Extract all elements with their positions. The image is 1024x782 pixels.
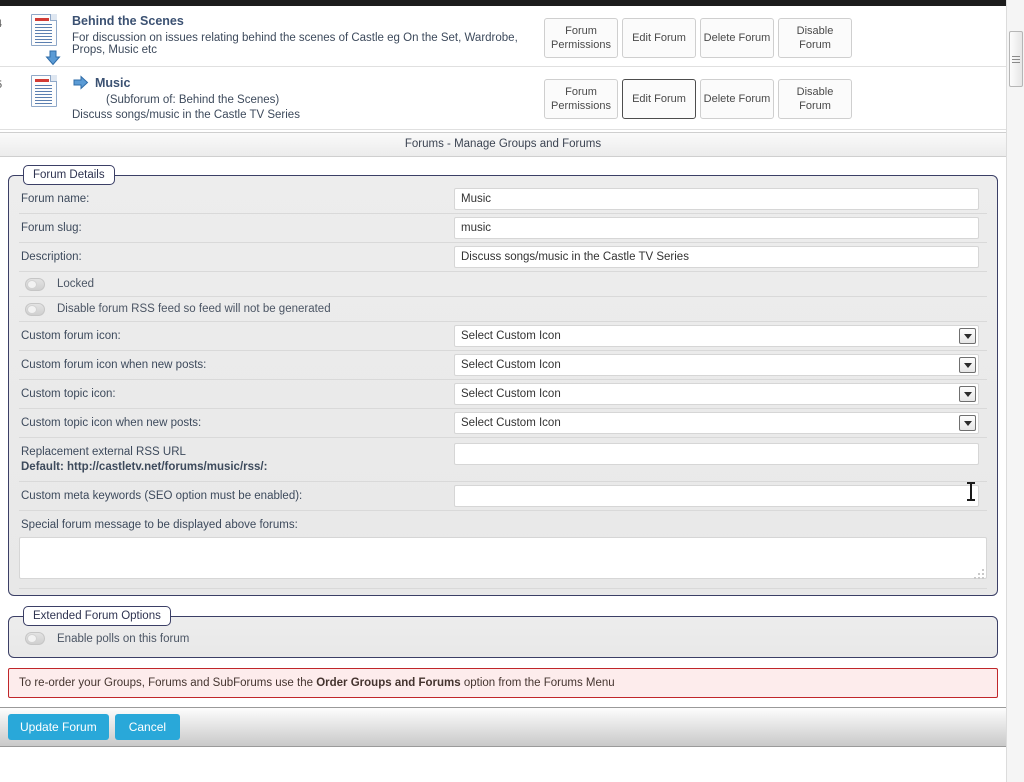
- forum-row-actions: Forum Permissions Edit Forum Delete Foru…: [544, 12, 1006, 58]
- custom-forum-icon-new-label: Custom forum icon when new posts:: [21, 359, 207, 371]
- forum-edit-form: Forum Details Forum name: Forum slug: De…: [0, 157, 1006, 747]
- subforum-arrow-icon: [72, 75, 89, 90]
- edit-forum-button[interactable]: Edit Forum: [622, 79, 696, 119]
- description-input[interactable]: [454, 246, 979, 268]
- forum-slug-row: Forum slug:: [19, 214, 987, 243]
- description-row: Description:: [19, 243, 987, 272]
- scrollbar-thumb[interactable]: [1009, 31, 1023, 87]
- cancel-button[interactable]: Cancel: [114, 714, 181, 740]
- chevron-down-icon[interactable]: [959, 357, 976, 373]
- custom-topic-icon-select[interactable]: Select Custom Icon: [454, 383, 979, 405]
- custom-forum-icon-new-row: Custom forum icon when new posts: Select…: [19, 351, 987, 380]
- forum-permissions-button[interactable]: Forum Permissions: [544, 18, 618, 58]
- scrollbar-grip-icon: [1012, 54, 1020, 65]
- meta-keywords-label: Custom meta keywords (SEO option must be…: [21, 490, 303, 502]
- forum-icon-cell: [18, 73, 70, 107]
- reorder-notice: To re-order your Groups, Forums and SubF…: [8, 668, 998, 698]
- forum-row-body: Music (Subforum of: Behind the Scenes) D…: [70, 73, 544, 121]
- forum-row-actions: Forum Permissions Edit Forum Delete Foru…: [544, 73, 1006, 119]
- form-action-bar: Update Forum Cancel: [0, 707, 1006, 747]
- enable-polls-row[interactable]: Enable polls on this forum: [19, 626, 987, 651]
- page-viewport: 4 Behind the Scenes: [0, 6, 1006, 782]
- disable-rss-toggle[interactable]: [25, 302, 45, 316]
- reorder-notice-strong: Order Groups and Forums: [316, 677, 461, 689]
- rss-url-label: Replacement external RSS URL Default: ht…: [19, 443, 454, 475]
- panel-header: Forums - Manage Groups and Forums: [0, 132, 1006, 157]
- page-root: 4 Behind the Scenes: [0, 0, 1024, 782]
- forum-title[interactable]: Behind the Scenes: [72, 14, 544, 28]
- forum-details-legend: Forum Details: [23, 165, 115, 185]
- custom-forum-icon-new-select[interactable]: Select Custom Icon: [454, 354, 979, 376]
- forum-slug-label: Forum slug:: [21, 222, 82, 234]
- document-icon: [31, 75, 57, 107]
- disable-rss-row[interactable]: Disable forum RSS feed so feed will not …: [19, 297, 987, 322]
- row-number: 5: [0, 73, 18, 91]
- disable-forum-button[interactable]: Disable Forum: [778, 79, 852, 119]
- forum-title-text: Behind the Scenes: [72, 14, 184, 28]
- custom-topic-icon-value: Select Custom Icon: [461, 388, 561, 400]
- forum-list-row: 5 Music: [0, 67, 1006, 130]
- document-icon: [31, 14, 57, 46]
- custom-forum-icon-row: Custom forum icon: Select Custom Icon: [19, 322, 987, 351]
- forum-list: 4 Behind the Scenes: [0, 6, 1006, 130]
- delete-forum-button[interactable]: Delete Forum: [700, 79, 774, 119]
- locked-label: Locked: [57, 278, 95, 290]
- reorder-notice-prefix: To re-order your Groups, Forums and SubF…: [19, 677, 317, 689]
- enable-polls-toggle[interactable]: [25, 632, 45, 645]
- rss-url-default: Default: http://castletv.net/forums/musi…: [21, 461, 268, 473]
- forum-row-body: Behind the Scenes For discussion on issu…: [70, 12, 544, 56]
- disable-forum-button[interactable]: Disable Forum: [778, 18, 852, 58]
- custom-topic-icon-new-value: Select Custom Icon: [461, 417, 561, 429]
- forum-name-label: Forum name:: [21, 193, 90, 205]
- description-label: Description:: [21, 251, 82, 263]
- disable-rss-label: Disable forum RSS feed so feed will not …: [57, 303, 331, 315]
- forum-name-input[interactable]: [454, 188, 979, 210]
- rss-url-row: Replacement external RSS URL Default: ht…: [19, 438, 987, 482]
- row-number: 4: [0, 12, 18, 30]
- custom-forum-icon-label: Custom forum icon:: [21, 330, 121, 342]
- forum-slug-input[interactable]: [454, 217, 979, 239]
- chevron-down-icon[interactable]: [959, 415, 976, 431]
- meta-keywords-row: Custom meta keywords (SEO option must be…: [19, 482, 987, 511]
- forum-name-row: Forum name:: [19, 185, 987, 214]
- vertical-scrollbar[interactable]: [1006, 0, 1024, 782]
- special-message-label: Special forum message to be displayed ab…: [21, 519, 298, 531]
- forum-icon-cell: [18, 12, 70, 66]
- subforum-parent-label: (Subforum of: Behind the Scenes): [106, 94, 280, 106]
- reorder-notice-suffix: option from the Forums Menu: [460, 677, 615, 689]
- custom-topic-icon-new-label: Custom topic icon when new posts:: [21, 417, 202, 429]
- extended-options-fieldset: Extended Forum Options Enable polls on t…: [8, 606, 998, 658]
- special-message-row: Special forum message to be displayed ab…: [19, 511, 987, 589]
- forum-list-row: 4 Behind the Scenes: [0, 6, 1006, 67]
- forum-details-fieldset: Forum Details Forum name: Forum slug: De…: [8, 165, 998, 596]
- chevron-down-icon[interactable]: [959, 386, 976, 402]
- custom-forum-icon-value: Select Custom Icon: [461, 330, 561, 342]
- chevron-down-icon[interactable]: [959, 328, 976, 344]
- forum-permissions-button[interactable]: Forum Permissions: [544, 79, 618, 119]
- scrollbar-track[interactable]: [1007, 0, 1024, 782]
- custom-topic-icon-new-row: Custom topic icon when new posts: Select…: [19, 409, 987, 438]
- update-forum-button[interactable]: Update Forum: [8, 714, 109, 740]
- enable-polls-label: Enable polls on this forum: [57, 632, 190, 645]
- custom-forum-icon-new-value: Select Custom Icon: [461, 359, 561, 371]
- special-message-textarea[interactable]: [19, 537, 987, 579]
- custom-topic-icon-row: Custom topic icon: Select Custom Icon: [19, 380, 987, 409]
- rss-url-label-line1: Replacement external RSS URL: [21, 446, 186, 458]
- meta-keywords-input[interactable]: [454, 485, 979, 507]
- edit-forum-button[interactable]: Edit Forum: [622, 18, 696, 58]
- custom-topic-icon-label: Custom topic icon:: [21, 388, 116, 400]
- forum-description: For discussion on issues relating behind…: [72, 32, 518, 56]
- locked-row[interactable]: Locked: [19, 272, 987, 297]
- forum-title[interactable]: Music: [72, 75, 544, 90]
- extended-options-legend: Extended Forum Options: [23, 606, 171, 626]
- forum-description: Discuss songs/music in the Castle TV Ser…: [72, 109, 300, 121]
- custom-topic-icon-new-select[interactable]: Select Custom Icon: [454, 412, 979, 434]
- rss-url-input[interactable]: [454, 443, 979, 465]
- locked-toggle[interactable]: [25, 277, 45, 291]
- forum-title-text: Music: [95, 75, 131, 90]
- delete-forum-button[interactable]: Delete Forum: [700, 18, 774, 58]
- custom-forum-icon-select[interactable]: Select Custom Icon: [454, 325, 979, 347]
